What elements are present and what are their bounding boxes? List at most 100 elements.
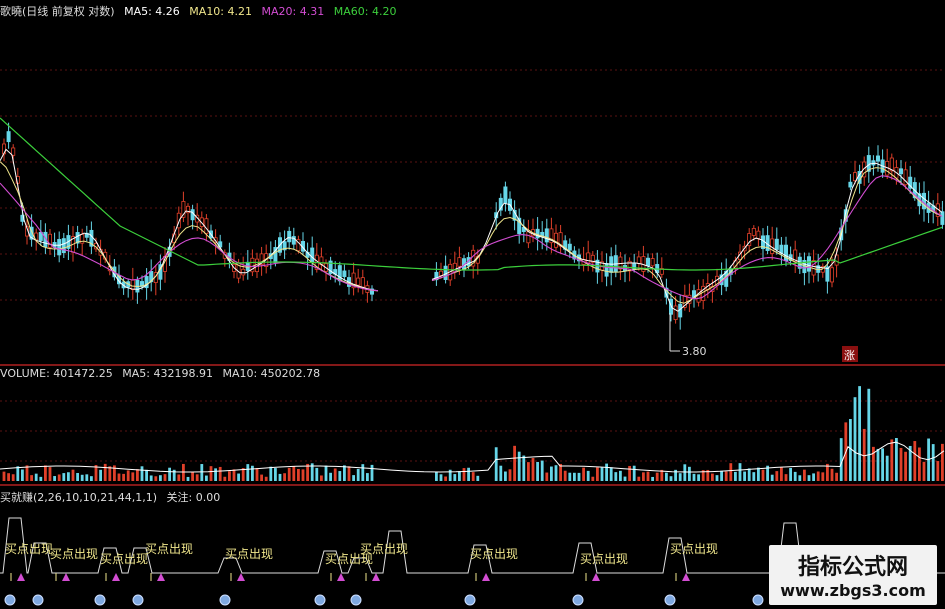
volume-bar	[352, 475, 355, 481]
buy-signal-arrow	[237, 573, 245, 581]
volume-bar	[186, 476, 190, 481]
volume-bar	[517, 451, 521, 481]
volume-bar	[499, 465, 503, 481]
volume-bar	[536, 461, 539, 481]
candle-body	[6, 131, 11, 143]
volume-bar	[540, 460, 544, 481]
volume-bar	[251, 465, 254, 481]
buy-signal-label: 买点出现	[145, 542, 193, 556]
volume-bar	[209, 466, 213, 481]
candle-body	[807, 256, 812, 272]
volume-bar	[582, 467, 585, 481]
volume-bar	[793, 471, 797, 481]
volume-bar	[839, 438, 843, 481]
volume-bar	[458, 471, 461, 481]
volume-bar	[218, 466, 222, 481]
volume-bar	[21, 469, 24, 481]
buy-signal-arrow	[482, 573, 490, 581]
volume-bar	[646, 471, 650, 481]
ma10-readout: MA10: 4.21	[189, 5, 253, 18]
volume-bar	[904, 451, 907, 481]
candle-body	[604, 263, 609, 277]
buy-signal-label: 买点出现	[225, 547, 273, 561]
candle-body	[526, 231, 531, 244]
volume-bar	[237, 473, 240, 481]
buy-signal-arrow	[682, 573, 690, 581]
ma20-readout: MA20: 4.31	[261, 5, 325, 18]
volume-bar	[789, 467, 792, 481]
volume-bar	[44, 465, 47, 481]
candle-body	[360, 277, 365, 288]
volume-bar	[867, 388, 871, 481]
watermark-title: 指标公式网	[797, 555, 908, 580]
volume-bar	[784, 474, 788, 481]
volume-bar	[292, 466, 296, 481]
volume-bar	[623, 476, 627, 481]
volume-bar	[140, 466, 144, 481]
volume-bar	[922, 461, 926, 481]
watermark-logo: 指标公式网 www.zbgs3.com	[769, 545, 937, 605]
volume-bar	[862, 428, 866, 481]
volume-bar	[531, 458, 535, 481]
volume-bar	[563, 470, 567, 481]
candle-body	[650, 258, 655, 267]
candle-body	[774, 238, 779, 250]
volume-bar	[678, 473, 682, 481]
volume-bar	[554, 465, 558, 481]
volume-bar	[53, 476, 56, 481]
volume-bar	[333, 468, 337, 481]
volume-bar	[586, 470, 590, 481]
volume-bar	[881, 448, 884, 481]
volume-bar	[246, 464, 250, 481]
volume-bar	[545, 472, 549, 481]
buy-signal-arrow	[17, 573, 25, 581]
candle-body	[876, 155, 881, 162]
volume-bar	[600, 467, 604, 481]
volume-bar	[16, 466, 20, 481]
volume-bar	[338, 471, 342, 481]
volume-bar	[48, 467, 52, 481]
signal-dot	[464, 594, 476, 606]
volume-bar	[320, 475, 323, 481]
price-candlestick-panel[interactable]: 3.80 涨	[0, 18, 945, 366]
signal-dot	[350, 594, 362, 606]
buy-signal-label: 买点出现	[5, 542, 53, 556]
candle-body	[337, 265, 342, 282]
volume-bar	[274, 468, 277, 481]
volume-bar	[527, 462, 530, 481]
volume-panel[interactable]	[0, 381, 945, 486]
candle-body	[241, 268, 246, 276]
watermark-url: www.zbgs3.com	[780, 581, 926, 600]
volume-bar	[439, 474, 443, 481]
candle-body	[503, 186, 508, 204]
candle-body	[204, 218, 209, 234]
volume-bar	[858, 386, 861, 481]
volume-bar	[315, 467, 319, 481]
ma5-readout: MA5: 4.26	[124, 5, 180, 18]
volume-bar	[62, 473, 66, 481]
volume-bar	[688, 466, 691, 481]
volume-bar	[7, 473, 10, 481]
volume-bar	[577, 472, 581, 481]
volume-bar	[435, 471, 438, 481]
candle-body	[636, 256, 641, 264]
volume-bar	[264, 476, 268, 481]
ma60-readout: MA60: 4.20	[333, 5, 397, 18]
volume-bar	[366, 473, 369, 481]
volume-bar	[103, 463, 107, 481]
volume-bar	[85, 474, 89, 481]
volume-bar	[260, 474, 263, 481]
volume-bar	[504, 471, 507, 481]
volume-bar	[632, 465, 636, 481]
volume-bar	[200, 464, 204, 481]
volume-bar	[669, 476, 673, 481]
volume-bar	[715, 475, 719, 481]
volume-bar	[876, 448, 880, 481]
volume-bar	[821, 472, 825, 481]
volume-bar	[177, 474, 181, 481]
low-price-label: 3.80	[682, 345, 707, 358]
volume-bar	[223, 476, 227, 481]
volume-bar	[476, 475, 480, 481]
volume-bar	[444, 476, 447, 481]
volume-bar	[683, 464, 687, 481]
